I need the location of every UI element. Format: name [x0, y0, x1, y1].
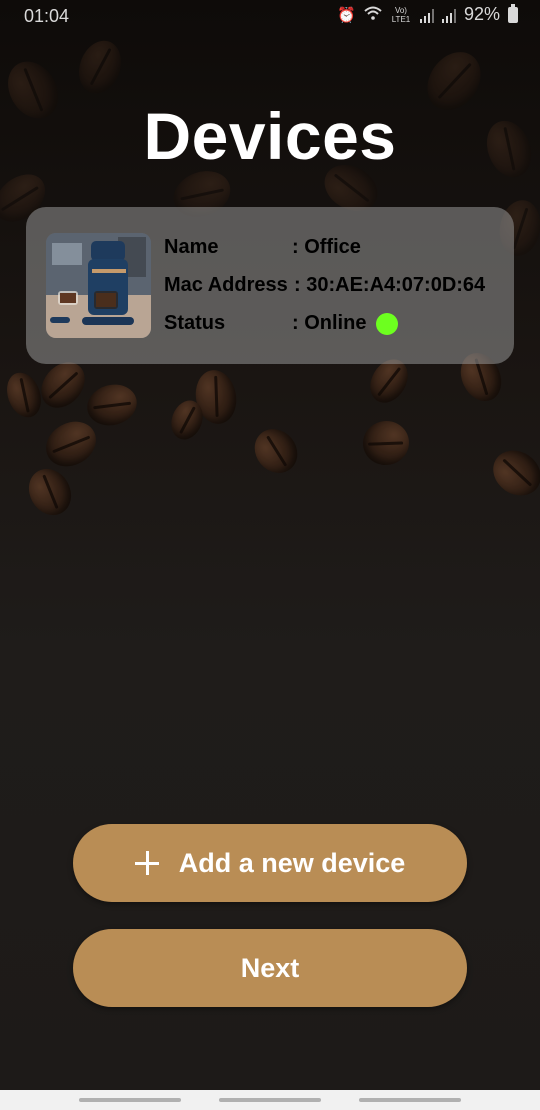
coffee-machine-image	[46, 233, 151, 338]
status-bar: 01:04 ⏰ Vo) LTE1 92%	[0, 0, 540, 34]
coffee-bean-decoration	[71, 34, 129, 100]
nav-back-button[interactable]	[359, 1098, 461, 1102]
name-value: : Office	[292, 236, 361, 258]
status-icons: ⏰ Vo) LTE1 92%	[337, 3, 518, 25]
status-time: 01:04	[24, 6, 70, 26]
signal-icon	[419, 7, 434, 23]
plus-icon	[134, 851, 159, 875]
page-title: Devices	[143, 99, 397, 173]
coffee-bean-decoration	[37, 412, 105, 476]
navigation-bar	[0, 1090, 540, 1110]
online-indicator	[376, 313, 398, 335]
app-screen: 01:04 ⏰ Vo) LTE1 92% Devices Name: Offi…	[0, 0, 540, 1090]
coffee-bean-decoration	[1, 367, 47, 423]
next-button[interactable]: Next	[73, 929, 467, 1007]
status-value: : Online	[292, 312, 367, 334]
add-device-button[interactable]: Add a new device	[73, 824, 467, 902]
coffee-bean-decoration	[484, 441, 540, 505]
volte-label: Vo) LTE1	[391, 5, 411, 24]
coffee-bean-decoration	[245, 420, 307, 482]
nav-recents-button[interactable]	[79, 1098, 181, 1102]
coffee-bean-decoration	[359, 417, 413, 469]
battery-icon	[508, 3, 518, 23]
mac-label: Mac Address	[164, 274, 288, 296]
mac-value: : 30:AE:A4:07:0D:64	[294, 274, 486, 296]
coffee-bean-decoration	[20, 461, 80, 523]
next-label: Next	[240, 952, 300, 983]
coffee-bean-decoration	[82, 379, 142, 431]
signal-icon	[441, 7, 456, 23]
status-label: Status	[164, 312, 226, 334]
nav-home-button[interactable]	[219, 1098, 321, 1102]
name-label: Name	[164, 236, 219, 258]
device-card[interactable]: Name : Office Mac Address : 30:AE:A4:07:…	[26, 207, 514, 364]
wifi-icon	[364, 6, 382, 24]
battery-percent: 92%	[463, 4, 500, 24]
add-device-label: Add a new device	[178, 847, 406, 878]
alarm-icon: ⏰	[337, 6, 356, 24]
